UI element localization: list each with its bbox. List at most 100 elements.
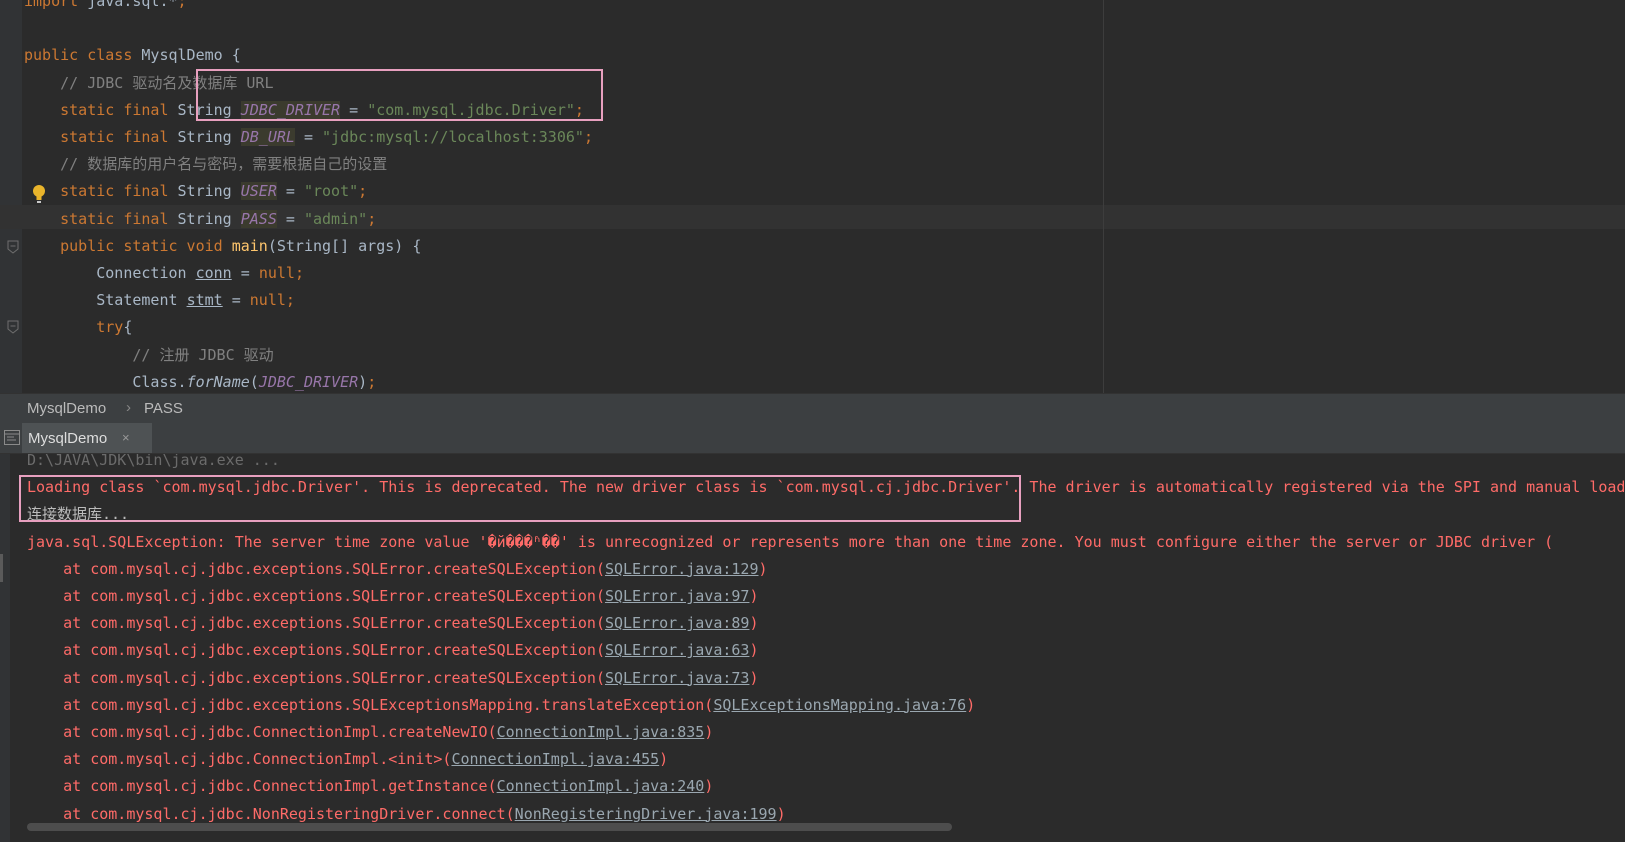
stack-trace-link[interactable]: SQLError.java:129 [605,560,759,578]
code-line: // 数据库的用户名与密码，需要根据自己的设置 [24,151,387,178]
code-token: Connection [24,264,196,282]
code-token: ) [358,372,368,391]
code-token: ; [285,291,295,310]
stack-trace-link[interactable]: SQLExceptionsMapping.java:76 [713,696,966,714]
console-line: java.sql.SQLException: The server time z… [27,529,1553,556]
code-token: (String[] args) { [267,236,422,255]
code-line: Connection conn = null; [24,260,304,287]
code-token: String [177,100,241,119]
console-line: at com.mysql.cj.jdbc.exceptions.SQLError… [27,637,759,664]
code-token: "root" [303,182,359,201]
code-token: public class [24,46,142,65]
code-token: = [276,209,304,228]
breadcrumb-class[interactable]: MysqlDemo [27,400,106,417]
code-token: java.sql.* [87,0,178,10]
console-line: at com.mysql.cj.jdbc.exceptions.SQLExcep… [27,692,975,719]
code-line: Statement stmt = null; [24,287,295,314]
run-tool-window-tabs: MysqlDemo × [0,423,1625,454]
code-line: import java.sql.*; [24,0,187,15]
code-token: ; [367,209,377,228]
stack-trace-link[interactable]: ConnectionImpl.java:240 [497,777,705,795]
breadcrumb: MysqlDemo › PASS [0,393,1625,423]
code-token: at com.mysql.cj.jdbc.ConnectionImpl.crea… [27,723,497,741]
code-token: // 数据库的用户名与密码，需要根据自己的设置 [24,155,388,174]
code-token: try [24,318,124,337]
console-line: at com.mysql.cj.jdbc.exceptions.SQLError… [27,610,759,637]
code-line: static final String PASS = "admin"; [24,206,376,233]
console-line: at com.mysql.cj.jdbc.exceptions.SQLError… [27,583,759,610]
code-token: ) [749,641,759,660]
code-token: USER [240,182,277,201]
code-line: public static void main(String[] args) { [24,233,421,260]
stack-trace-link[interactable]: ConnectionImpl.java:455 [451,750,659,768]
code-token: ) [776,804,786,823]
code-token: MysqlDemo { [141,46,241,65]
run-console[interactable]: D:\JAVA\JDK\bin\java.exe ... Loading clas… [0,454,1625,842]
code-token: String [177,182,241,201]
code-line: static final String USER = "root"; [24,178,367,205]
code-token: static final [24,182,178,201]
code-token: null [249,291,286,310]
code-line: // JDBC 驱动名及数据库 URL [24,70,274,97]
code-token: ; [294,264,304,282]
stack-trace-link[interactable]: SQLError.java:73 [605,669,750,687]
code-token: java.sql.SQLException: The server time z… [27,532,1554,551]
code-token: main [231,236,268,255]
code-line: // 注册 JDBC 驱动 [24,342,274,369]
code-token: = [294,128,323,146]
stack-trace-link[interactable]: ConnectionImpl.java:835 [497,723,705,741]
code-token: PASS [240,209,277,228]
code-token: String [177,128,241,146]
code-editor[interactable]: import java.sql.*; public class MysqlDemo… [0,0,1625,393]
tab-label: MysqlDemo [28,430,108,447]
code-token: ) [704,723,714,741]
code-token: ; [358,182,368,201]
code-token: = [276,182,304,201]
fold-try-icon[interactable] [7,320,19,334]
editor-gutter [0,0,22,393]
code-token: String [177,209,241,228]
code-token: at com.mysql.cj.jdbc.NonRegisteringDrive… [27,804,515,823]
code-token: ) [749,614,759,633]
code-token: ; [177,0,187,10]
code-token: Class. [24,372,187,391]
run-console-icon [4,430,20,445]
breadcrumb-field[interactable]: PASS [144,400,183,417]
code-token: Statement [24,291,187,310]
code-token: = [222,291,250,310]
code-token: ) [749,587,759,605]
breadcrumb-separator-icon: › [126,399,131,416]
console-line: at com.mysql.cj.jdbc.ConnectionImpl.getI… [27,773,713,800]
tab-mysqldemo[interactable]: MysqlDemo × [22,423,152,453]
horizontal-scrollbar[interactable] [27,823,952,831]
stack-trace-link[interactable]: SQLError.java:63 [605,641,750,659]
code-token: JDBC_DRIVER [258,372,359,391]
code-token: at com.mysql.cj.jdbc.ConnectionImpl.<ini… [27,750,452,769]
code-token: ) [749,668,759,687]
console-line: D:\JAVA\JDK\bin\java.exe ... [27,454,280,474]
console-line: 连接数据库... [27,501,129,528]
fold-method-icon[interactable] [7,240,19,254]
code-token: DB_URL [240,128,295,146]
code-token: // 注册 JDBC 驱动 [24,345,274,364]
stack-trace-link[interactable]: SQLError.java:89 [605,614,750,632]
code-token: at com.mysql.cj.jdbc.exceptions.SQLError… [27,559,605,578]
code-token: at com.mysql.cj.jdbc.exceptions.SQLError… [27,641,605,660]
code-token: at com.mysql.cj.jdbc.exceptions.SQLError… [27,668,605,687]
code-token: ) [659,750,669,769]
code-token: at com.mysql.cj.jdbc.exceptions.SQLError… [27,587,605,605]
code-token: ) [704,777,714,796]
code-token: JDBC_DRIVER [240,100,341,119]
code-line: Class.forName(JDBC_DRIVER); [24,369,376,393]
lightbulb-icon[interactable] [32,184,46,204]
console-line: at com.mysql.cj.jdbc.ConnectionImpl.<ini… [27,746,668,773]
code-token: Loading class `com.mysql.jdbc.Driver'. T… [27,478,1625,497]
code-token: static final [24,128,178,146]
stack-trace-link[interactable]: SQLError.java:97 [605,587,750,605]
code-token: // JDBC 驱动名及数据库 URL [24,73,274,92]
code-token: "com.mysql.jdbc.Driver" [367,100,575,119]
code-token: ; [583,128,593,146]
code-token: ) [966,695,976,714]
stack-trace-link[interactable]: NonRegisteringDriver.java:199 [515,805,777,823]
close-icon[interactable]: × [122,430,130,445]
